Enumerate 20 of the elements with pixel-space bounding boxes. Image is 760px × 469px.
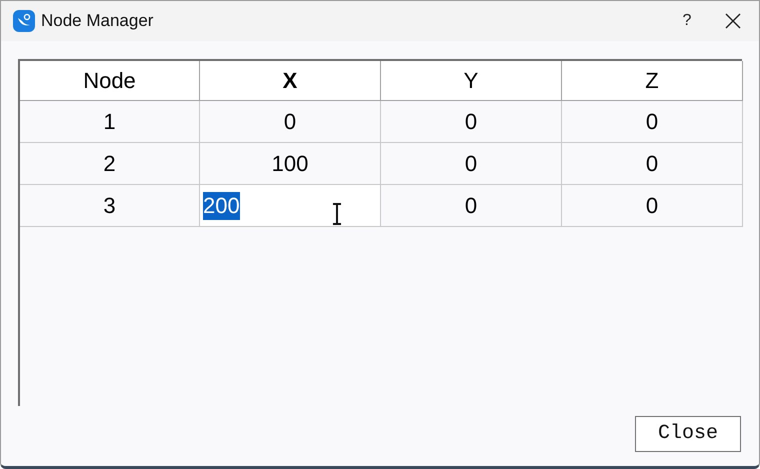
column-header[interactable]: Y bbox=[381, 61, 562, 101]
app-logo-icon bbox=[13, 10, 35, 32]
table-cell: 1 bbox=[20, 101, 200, 143]
table-cell: 0 bbox=[381, 185, 562, 227]
table-cell: 0 bbox=[381, 143, 562, 185]
help-button[interactable]: ? bbox=[667, 1, 707, 41]
table-cell: 2 bbox=[20, 143, 200, 185]
column-header[interactable]: X bbox=[200, 61, 381, 101]
column-header[interactable]: Node bbox=[20, 61, 200, 101]
table-cell: 0 bbox=[562, 101, 743, 143]
selected-text: 200 bbox=[203, 192, 240, 220]
table-cell: 0 bbox=[562, 185, 743, 227]
close-button[interactable]: Close bbox=[635, 416, 741, 452]
column-header[interactable]: Z bbox=[562, 61, 743, 101]
table-cell: 0 bbox=[562, 143, 743, 185]
text-cursor-icon bbox=[331, 203, 343, 225]
table-cell: 0 bbox=[200, 101, 381, 143]
table-cell: 0 bbox=[381, 101, 562, 143]
cell-editor[interactable]: 200 bbox=[200, 185, 381, 227]
window-title: Node Manager bbox=[41, 10, 154, 32]
